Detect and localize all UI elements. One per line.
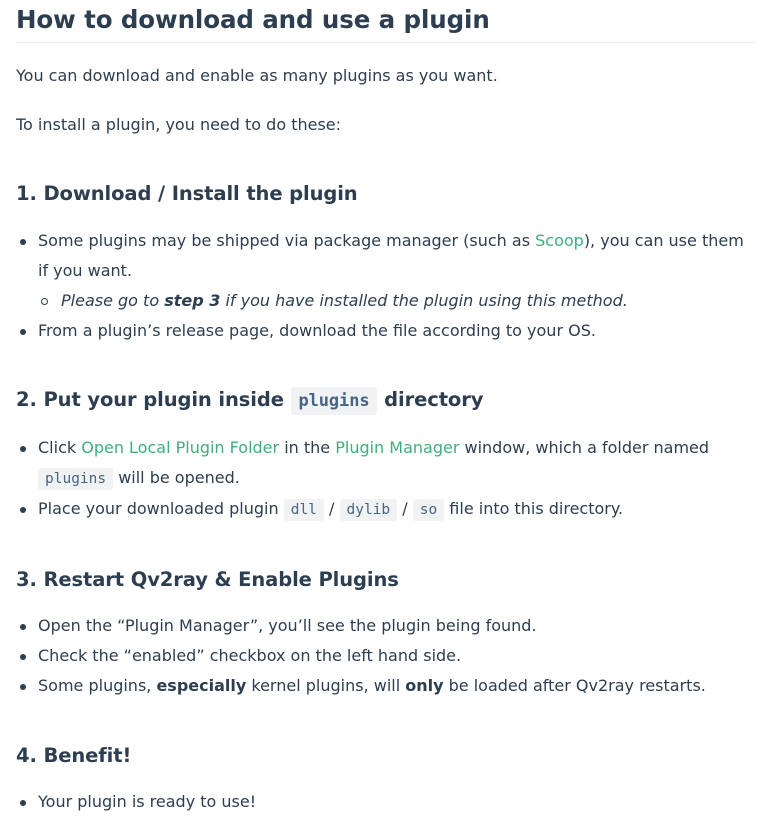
list-item-text: Some plugins may be shipped via package … — [38, 231, 536, 250]
list-item-text: Check the “enabled” checkbox on the left… — [38, 646, 462, 665]
heading-text: directory — [377, 388, 484, 411]
step-3-emphasis: step 3 — [164, 291, 221, 310]
intro-paragraph-2: To install a plugin, you need to do thes… — [16, 115, 342, 134]
list-item-text: file into this directory. — [444, 499, 624, 518]
section-list-restart: Open the “Plugin Manager”, you’ll see th… — [16, 611, 756, 701]
list-item: Click Open Local Plugin Folder in the Pl… — [16, 433, 756, 494]
slash-separator: / — [402, 499, 408, 518]
list-item: Your plugin is ready to use! — [16, 787, 756, 817]
section-heading-restart: 3. Restart Qv2ray & Enable Plugins — [16, 568, 399, 591]
section-heading-benefit: 4. Benefit! — [16, 744, 132, 767]
list-item: Check the “enabled” checkbox on the left… — [16, 641, 756, 671]
so-code: so — [412, 499, 445, 521]
list-item-text: Place your downloaded plugin — [38, 499, 284, 518]
section-list-put-plugin: Click Open Local Plugin Folder in the Pl… — [16, 433, 756, 525]
list-item-text: window, which a folder named — [459, 438, 710, 457]
dylib-code: dylib — [339, 499, 398, 521]
list-item-text: Your plugin is ready to use! — [38, 792, 257, 811]
dll-code: dll — [283, 499, 324, 521]
heading-text: 2. Put your plugin inside — [16, 388, 291, 411]
title-divider — [16, 42, 756, 43]
section-heading-put-plugin: 2. Put your plugin inside plugins direct… — [16, 385, 483, 416]
sub-item-text: Please go to — [61, 291, 165, 310]
list-item: Place your downloaded plugin dll / dylib… — [16, 494, 756, 525]
list-item: Some plugins, especially kernel plugins,… — [16, 671, 756, 701]
plugins-dir-code: plugins — [290, 387, 378, 415]
only-emphasis: only — [405, 676, 444, 695]
sub-list: Please go to step 3 if you have installe… — [38, 286, 756, 316]
list-item: From a plugin’s release page, download t… — [16, 316, 756, 346]
list-item-text: From a plugin’s release page, download t… — [38, 321, 596, 340]
section-heading-download: 1. Download / Install the plugin — [16, 182, 358, 205]
plugin-manager-link[interactable]: Plugin Manager — [335, 438, 459, 457]
list-item-text: Some plugins, — [38, 676, 157, 695]
list-item: Open the “Plugin Manager”, you’ll see th… — [16, 611, 756, 641]
scoop-link[interactable]: Scoop — [535, 231, 584, 250]
list-item-text: be loaded after Qv2ray restarts. — [443, 676, 706, 695]
list-item-text: kernel plugins, will — [246, 676, 406, 695]
list-item-text: Click — [38, 438, 82, 457]
list-item: Some plugins may be shipped via package … — [16, 226, 756, 316]
sub-item-text: if you have installed the plugin using t… — [220, 291, 628, 310]
list-item-text: Open the “Plugin Manager”, you’ll see th… — [38, 616, 537, 635]
section-list-benefit: Your plugin is ready to use! — [16, 787, 756, 817]
intro-paragraph-1: You can download and enable as many plug… — [16, 66, 498, 85]
section-list-download: Some plugins may be shipped via package … — [16, 226, 756, 346]
list-item-text: will be opened. — [113, 468, 240, 487]
plugins-folder-code: plugins — [38, 468, 114, 490]
slash-separator: / — [329, 499, 335, 518]
list-item-text: in the — [279, 438, 336, 457]
especially-emphasis: especially — [156, 676, 247, 695]
page-title: How to download and use a plugin — [16, 5, 490, 34]
open-local-plugin-folder-link[interactable]: Open Local Plugin Folder — [81, 438, 279, 457]
sub-list-item: Please go to step 3 if you have installe… — [38, 286, 756, 316]
